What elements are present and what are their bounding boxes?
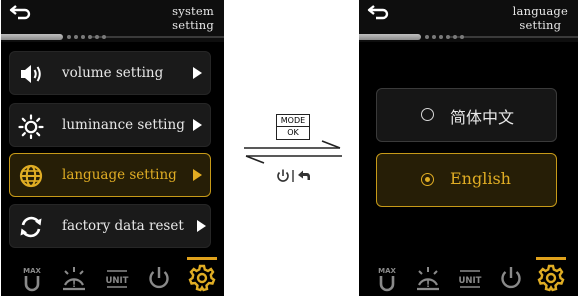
top-bar: language setting <box>359 0 578 42</box>
language-setting-screen: language setting 简体中文 English MAX ! UNIT <box>359 0 578 296</box>
max-icon[interactable]: MAX <box>372 263 402 293</box>
progress-indicator <box>1 32 224 42</box>
menu-item-luminance[interactable]: luminance setting <box>9 103 211 147</box>
page-title: language setting <box>513 4 568 32</box>
sun-icon <box>18 114 44 139</box>
menu-item-factory-reset[interactable]: factory data reset <box>9 204 211 248</box>
mode-label: MODE <box>277 115 309 127</box>
reset-icon <box>20 216 42 238</box>
menu-label: luminance setting <box>62 117 185 133</box>
menu-item-language[interactable]: language setting <box>9 153 211 197</box>
power-icon[interactable] <box>496 263 526 293</box>
bottom-bar: MAX ! UNIT <box>1 257 224 296</box>
language-label: English <box>450 169 511 188</box>
unit-icon[interactable]: UNIT <box>102 263 132 293</box>
title-line: language <box>512 4 568 18</box>
speed-alarm-icon[interactable]: ! <box>413 263 443 293</box>
swap-arrows-icon <box>244 140 342 164</box>
language-label: 简体中文 <box>450 108 515 127</box>
title-line: setting <box>519 18 562 32</box>
ok-label: OK <box>287 128 299 137</box>
unit-icon[interactable]: UNIT <box>455 263 485 293</box>
settings-gear-icon[interactable] <box>187 263 217 293</box>
chevron-right-icon <box>193 169 202 181</box>
chevron-right-icon <box>197 220 206 232</box>
globe-icon <box>19 164 43 188</box>
back-arrow-icon[interactable] <box>9 4 31 20</box>
svg-text:!: ! <box>426 280 430 290</box>
speaker-icon <box>21 65 41 83</box>
system-setting-screen: system setting volume setting luminance … <box>1 0 224 296</box>
max-icon[interactable]: MAX <box>17 263 47 293</box>
power-back-icon <box>277 169 310 182</box>
power-icon[interactable] <box>144 263 174 293</box>
svg-text:UNIT: UNIT <box>459 276 482 286</box>
svg-text:MAX: MAX <box>23 267 41 275</box>
transition-indicator: MODE OK <box>238 110 348 190</box>
settings-gear-icon[interactable] <box>536 263 566 293</box>
title-line: setting <box>172 18 214 32</box>
svg-text:MAX: MAX <box>378 267 396 275</box>
page-title: system setting <box>172 4 214 32</box>
progress-indicator <box>359 32 578 42</box>
mode-ok-key: MODE OK <box>276 114 310 140</box>
svg-text:!: ! <box>72 280 76 290</box>
title-line: system <box>172 4 214 18</box>
menu-item-volume[interactable]: volume setting <box>9 51 211 95</box>
radio-button-selected[interactable] <box>421 173 434 186</box>
language-option-chinese[interactable]: 简体中文 <box>376 88 557 142</box>
top-bar: system setting <box>1 0 224 42</box>
svg-text:UNIT: UNIT <box>106 276 129 286</box>
radio-button[interactable] <box>421 108 434 121</box>
chevron-right-icon <box>193 67 202 79</box>
chevron-right-icon <box>193 119 202 131</box>
back-arrow-icon[interactable] <box>367 4 389 20</box>
menu-label: volume setting <box>62 65 164 81</box>
language-option-english[interactable]: English <box>376 153 557 207</box>
speed-alarm-icon[interactable]: ! <box>59 263 89 293</box>
bottom-bar: MAX ! UNIT <box>359 257 578 296</box>
menu-label: language setting <box>62 167 177 183</box>
menu-label: factory data reset <box>62 218 184 234</box>
